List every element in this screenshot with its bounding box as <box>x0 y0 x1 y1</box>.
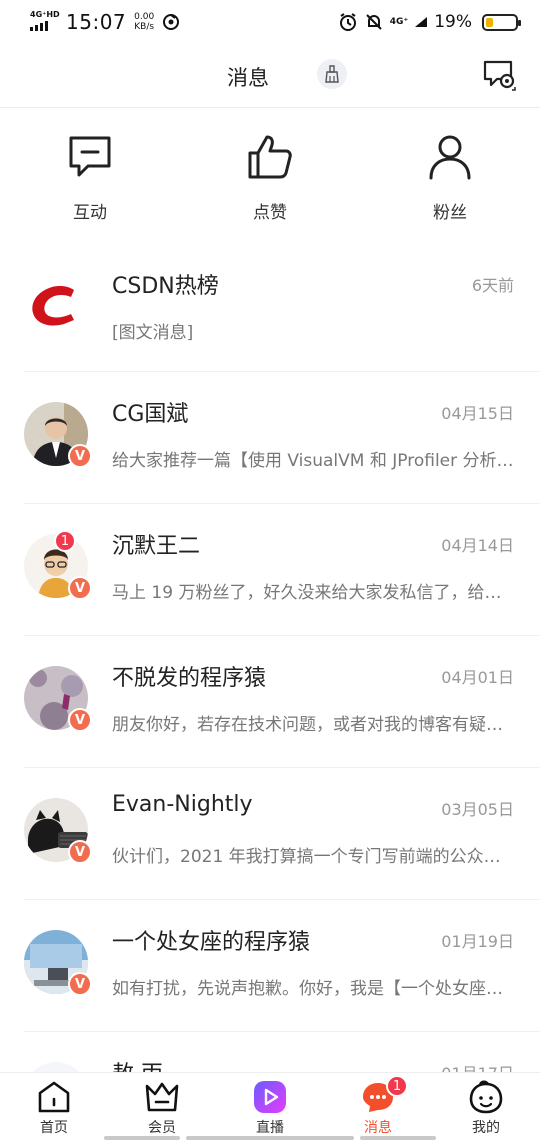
clear-unread-button[interactable] <box>317 59 347 89</box>
message-preview: [图文消息] <box>112 323 194 343</box>
bottom-nav: 首页 会员 直播 1 消息 我的 <box>0 1072 540 1140</box>
clock: 15:07 <box>66 10 127 34</box>
fans-button[interactable]: 粉丝 <box>390 130 510 223</box>
network-type-right: 4G⁺ <box>389 16 409 27</box>
message-settings-button[interactable] <box>482 58 516 92</box>
likes-button[interactable]: 点赞 <box>210 130 330 223</box>
battery-percent: 19% <box>434 12 472 32</box>
message-settings-icon <box>483 60 516 91</box>
broom-icon <box>325 65 339 83</box>
network-speed: 0.00 KB/s <box>134 12 155 32</box>
tab-home-label: 首页 <box>40 1120 68 1136</box>
contact-name: 不脱发的程序猿 <box>112 666 267 691</box>
message-preview: 朋友你好，若存在技术问题，或者对我的博客有疑问… <box>112 715 516 735</box>
gesture-bar <box>104 1136 180 1140</box>
alarm-icon <box>339 13 356 31</box>
tab-live[interactable]: 直播 <box>220 1079 320 1137</box>
contact-name: 一个处女座的程序猿 <box>112 930 311 955</box>
gesture-bar <box>186 1136 354 1140</box>
list-item[interactable]: V CG国斌 04月15日 给大家推荐一篇【使用 VisualVM 和 JPro… <box>0 372 540 504</box>
battery-icon <box>482 13 521 31</box>
signal-icon: 4G⁺HD <box>30 10 60 33</box>
list-item[interactable]: CSDN热榜 6天前 [图文消息] <box>0 244 540 372</box>
tab-messages-label: 消息 <box>364 1120 392 1136</box>
message-preview: 给大家推荐一篇【使用 VisualVM 和 JProfiler 分析… <box>112 451 514 471</box>
tab-vip-label: 会员 <box>148 1120 176 1136</box>
message-time: 03月05日 <box>441 800 514 819</box>
avatar: V <box>24 666 92 732</box>
wifi-icon <box>415 17 428 27</box>
contact-name: CG国斌 <box>112 402 189 427</box>
list-item[interactable]: V 不脱发的程序猿 04月01日 朋友你好，若存在技术问题，或者对我的博客有疑问… <box>0 636 540 768</box>
message-preview: 如有打扰，先说声抱歉。你好，我是【一个处女座… <box>112 979 503 999</box>
tab-profile[interactable]: 我的 <box>436 1079 536 1137</box>
contact-name: CSDN热榜 <box>112 274 219 299</box>
avatar <box>24 274 88 338</box>
home-icon <box>38 1081 70 1113</box>
verified-badge: V <box>68 576 92 600</box>
messages-badge: 1 <box>386 1075 408 1097</box>
gesture-bar <box>360 1136 436 1140</box>
avatar: V <box>24 930 92 996</box>
message-time: 04月15日 <box>441 404 514 423</box>
message-preview: 马上 19 万粉丝了，好久没来给大家发私信了，给大家… <box>112 583 516 603</box>
tab-messages[interactable]: 1 消息 <box>328 1075 428 1137</box>
hotspot-icon <box>163 14 180 30</box>
message-time: 04月01日 <box>441 668 514 687</box>
person-icon <box>429 135 471 180</box>
tab-live-label: 直播 <box>256 1120 284 1136</box>
likes-label: 点赞 <box>253 203 287 223</box>
avatar: V <box>24 798 92 864</box>
verified-badge: V <box>68 708 92 732</box>
verified-badge: V <box>68 972 92 996</box>
unread-count-badge: 1 <box>54 530 76 552</box>
vip-crown-icon <box>145 1082 179 1112</box>
csdn-logo-icon <box>32 286 74 326</box>
page-header: 消息 <box>0 44 540 108</box>
tab-home[interactable]: 首页 <box>4 1079 104 1137</box>
contact-name: Evan-Nightly <box>112 792 253 817</box>
interaction-label: 互动 <box>73 203 107 223</box>
thumbs-up-icon <box>248 135 292 179</box>
network-type: 4G⁺HD <box>30 10 60 19</box>
interaction-button[interactable]: 互动 <box>30 130 150 223</box>
profile-icon <box>469 1080 503 1114</box>
fans-label: 粉丝 <box>433 203 467 223</box>
list-item[interactable]: V Evan-Nightly 03月05日 伙计们，2021 年我打算搞一个专门… <box>0 768 540 900</box>
tab-vip[interactable]: 会员 <box>112 1079 212 1137</box>
contact-name: 沉默王二 <box>112 534 201 559</box>
avatar: 1 V <box>24 530 92 600</box>
avatar: V <box>24 402 92 468</box>
message-time: 01月19日 <box>441 932 514 951</box>
verified-badge: V <box>68 840 92 864</box>
message-preview: 伙计们，2021 年我打算搞一个专门写前端的公众号… <box>112 847 516 867</box>
verified-badge: V <box>68 444 92 468</box>
message-time: 04月14日 <box>441 536 514 555</box>
live-play-icon <box>254 1081 286 1113</box>
list-item[interactable]: 1 V 沉默王二 04月14日 马上 19 万粉丝了，好久没来给大家发私信了，给… <box>0 504 540 636</box>
comment-icon <box>69 136 111 177</box>
message-time: 6天前 <box>471 276 514 295</box>
page-title: 消息 <box>227 66 269 90</box>
mute-bell-icon <box>366 14 382 30</box>
quick-actions: 互动 点赞 粉丝 <box>0 130 540 230</box>
list-item[interactable]: V 一个处女座的程序猿 01月19日 如有打扰，先说声抱歉。你好，我是【一个处女… <box>0 900 540 1032</box>
message-list: CSDN热榜 6天前 [图文消息] V CG国斌 04月15日 给大家推荐一篇【… <box>0 244 540 1140</box>
tab-profile-label: 我的 <box>472 1120 500 1136</box>
status-bar: 4G⁺HD 15:07 0.00 KB/s 4G⁺ 19% <box>0 0 540 44</box>
